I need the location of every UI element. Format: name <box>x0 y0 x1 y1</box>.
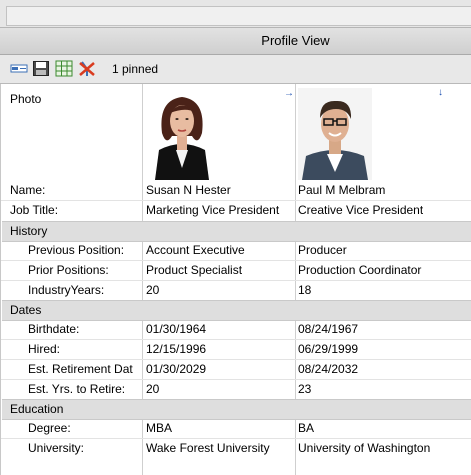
field-label: Est. Retirement Dat <box>28 362 133 376</box>
field-value: 23 <box>298 382 312 396</box>
field-value: MBA <box>146 421 173 435</box>
pinned-icon[interactable]: → <box>284 88 294 99</box>
field-value: 08/24/1967 <box>298 322 359 336</box>
profile-job-title: Marketing Vice President <box>146 203 280 217</box>
group-title: Dates <box>10 303 42 317</box>
profile-photo-paul <box>298 88 372 180</box>
profile-job-title: Creative Vice President <box>298 203 424 217</box>
field-label: Est. Yrs. to Retire: <box>28 382 126 396</box>
profile-grid: Photo → ↓ Name: Susan N Hester Paul M Me… <box>0 84 471 475</box>
field-value: 01/30/2029 <box>146 362 207 376</box>
profile-name: Paul M Melbram <box>298 183 386 197</box>
group-title: History <box>10 224 48 238</box>
field-value: 18 <box>298 283 312 297</box>
grid-view-icon[interactable] <box>55 60 73 77</box>
group-header-history[interactable]: History <box>2 221 471 242</box>
group-header-dates[interactable]: Dates <box>2 300 471 321</box>
job-title-label: Job Title: <box>10 203 59 217</box>
field-value: 06/29/1999 <box>298 342 359 356</box>
field-label: Prior Positions: <box>28 263 109 277</box>
group-title: Education <box>10 402 64 416</box>
field-label: IndustryYears: <box>28 283 105 297</box>
profile-name: Susan N Hester <box>146 183 231 197</box>
field-value: Account Executive <box>146 243 245 257</box>
panel-title-bar: Profile View <box>0 28 471 55</box>
field-value: Product Specialist <box>146 263 243 277</box>
card-view-icon[interactable] <box>10 60 28 77</box>
top-bar-field <box>6 6 471 26</box>
field-value: Wake Forest University <box>146 441 270 455</box>
photo-label: Photo <box>10 92 42 106</box>
name-label: Name: <box>10 183 46 197</box>
pinned-count: 1 pinned <box>112 62 159 76</box>
field-value: 08/24/2032 <box>298 362 359 376</box>
panel-title: Profile View <box>261 33 330 48</box>
top-bar <box>0 0 471 28</box>
field-value: Production Coordinator <box>298 263 422 277</box>
field-value: 01/30/1964 <box>146 322 207 336</box>
profile-photo-susan <box>145 88 219 180</box>
clear-pins-icon[interactable] <box>78 60 96 77</box>
toolbar: 1 pinned <box>0 55 471 84</box>
field-value: 12/15/1996 <box>146 342 207 356</box>
field-label: Previous Position: <box>28 243 125 257</box>
field-label: Hired: <box>28 342 61 356</box>
save-icon[interactable] <box>32 60 50 77</box>
field-value: Producer <box>298 243 347 257</box>
pin-icon[interactable]: ↓ <box>438 87 443 98</box>
group-header-education[interactable]: Education <box>2 399 471 420</box>
field-value: BA <box>298 421 315 435</box>
field-label: Degree: <box>28 421 71 435</box>
field-label: University: <box>28 441 85 455</box>
field-label: Birthdate: <box>28 322 80 336</box>
field-value: 20 <box>146 283 160 297</box>
field-value: 20 <box>146 382 160 396</box>
field-value: University of Washington <box>298 441 431 455</box>
row-divider <box>1 339 471 340</box>
